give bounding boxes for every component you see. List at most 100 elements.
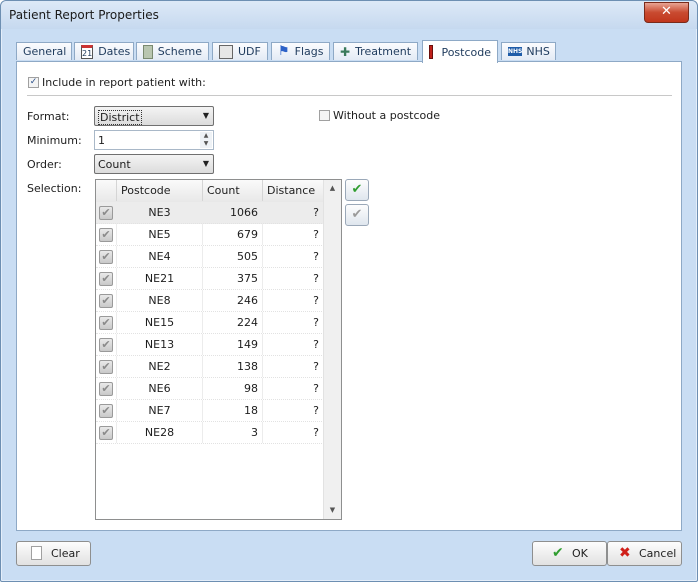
order-value: Count — [98, 158, 131, 171]
tab-udf[interactable]: UDF — [212, 42, 268, 60]
table-row[interactable]: ✔ NE13 149? — [96, 334, 324, 356]
select-all-button[interactable]: ✔ — [345, 179, 369, 201]
format-select[interactable]: District ▼ — [94, 106, 214, 126]
table-row[interactable]: ✔ NE28 3? — [96, 422, 324, 444]
cross-icon: ✖ — [619, 545, 631, 561]
table-row[interactable]: ✔ NE15 224? — [96, 312, 324, 334]
row-checkbox[interactable]: ✔ — [99, 382, 113, 396]
dialog-window: Patient Report Properties ✕ General 21 D… — [0, 0, 698, 582]
divider — [27, 95, 672, 96]
tab-label: Dates — [98, 45, 131, 58]
close-icon: ✕ — [661, 4, 672, 19]
spin-up-icon[interactable]: ▲ — [200, 132, 212, 140]
clear-label: Clear — [51, 547, 80, 560]
cell-postcode: NE7 — [117, 400, 203, 421]
cell-postcode: NE28 — [117, 422, 203, 443]
cell-count: 679 — [203, 224, 263, 245]
cell-count: 224 — [203, 312, 263, 333]
column-header-distance[interactable]: Distance — [263, 180, 324, 201]
cell-postcode: NE8 — [117, 290, 203, 311]
cell-distance: ? — [263, 202, 324, 223]
cell-distance: ? — [263, 378, 324, 399]
tab-general[interactable]: General — [16, 42, 72, 60]
tab-label: Scheme — [157, 45, 202, 58]
cell-postcode: NE6 — [117, 378, 203, 399]
cell-count: 505 — [203, 246, 263, 267]
row-checkbox[interactable]: ✔ — [99, 228, 113, 242]
minimum-stepper[interactable]: 1 ▲ ▼ — [94, 130, 214, 150]
tab-label: Postcode — [441, 45, 491, 59]
tab-nhs[interactable]: NHS NHS — [501, 42, 556, 60]
row-checkbox-cell: ✔ — [96, 268, 117, 289]
table-row[interactable]: ✔ NE3 1066? — [96, 202, 324, 224]
deselect-all-button[interactable]: ✔ — [345, 204, 369, 226]
tab-scheme[interactable]: Scheme — [136, 42, 209, 60]
cell-postcode: NE21 — [117, 268, 203, 289]
row-checkbox-cell: ✔ — [96, 356, 117, 377]
row-checkbox[interactable]: ✔ — [99, 206, 113, 220]
row-checkbox-cell: ✔ — [96, 378, 117, 399]
order-select[interactable]: Count ▼ — [94, 154, 214, 174]
without-postcode-checkbox[interactable] — [319, 110, 330, 121]
row-checkbox[interactable]: ✔ — [99, 294, 113, 308]
tab-label: Treatment — [355, 45, 412, 58]
column-header-count[interactable]: Count — [203, 180, 263, 201]
cell-distance: ? — [263, 268, 324, 289]
row-checkbox[interactable]: ✔ — [99, 360, 113, 374]
order-label: Order: — [27, 158, 62, 171]
close-button[interactable]: ✕ — [644, 2, 689, 23]
vertical-scrollbar[interactable]: ▲ ▼ — [323, 180, 341, 519]
selection-grid[interactable]: Postcode Count Distance ✔ NE3 1066? ✔ NE5 679… — [95, 179, 342, 520]
scheme-icon — [143, 44, 153, 59]
cell-distance: ? — [263, 312, 324, 333]
calendar-icon: 21 — [81, 44, 94, 59]
format-value: District — [98, 110, 142, 125]
tab-label: General — [23, 45, 67, 58]
row-checkbox-cell: ✔ — [96, 290, 117, 311]
ok-button[interactable]: ✔ OK — [532, 541, 607, 566]
row-checkbox[interactable]: ✔ — [99, 272, 113, 286]
clear-button[interactable]: Clear — [16, 541, 91, 566]
row-checkbox[interactable]: ✔ — [99, 316, 113, 330]
minimum-value: 1 — [98, 134, 105, 147]
row-checkbox[interactable]: ✔ — [99, 250, 113, 264]
row-checkbox[interactable]: ✔ — [99, 338, 113, 352]
scroll-up-icon[interactable]: ▲ — [324, 180, 341, 197]
selection-label: Selection: — [27, 182, 82, 195]
grid-header: Postcode Count Distance — [96, 180, 324, 203]
tab-label: UDF — [238, 45, 261, 58]
tab-flags[interactable]: ⚑ Flags — [271, 42, 330, 60]
postcode-icon — [429, 45, 434, 59]
row-checkbox[interactable]: ✔ — [99, 426, 113, 440]
treatment-icon: ✚ — [340, 44, 351, 59]
include-checkbox[interactable]: ✓ — [28, 77, 39, 88]
cell-postcode: NE3 — [117, 202, 203, 223]
table-row[interactable]: ✔ NE21 375? — [96, 268, 324, 290]
tab-treatment[interactable]: ✚ Treatment — [333, 42, 418, 60]
scroll-down-icon[interactable]: ▼ — [324, 502, 341, 519]
cell-postcode: NE2 — [117, 356, 203, 377]
cell-distance: ? — [263, 356, 324, 377]
tab-postcode[interactable]: Postcode — [422, 40, 498, 63]
tab-dates[interactable]: 21 Dates — [74, 42, 134, 60]
cell-distance: ? — [263, 246, 324, 267]
tab-label: Flags — [294, 45, 324, 58]
cancel-label: Cancel — [639, 547, 677, 560]
table-row[interactable]: ✔ NE8 246? — [96, 290, 324, 312]
table-row[interactable]: ✔ NE2 138? — [96, 356, 324, 378]
cell-postcode: NE4 — [117, 246, 203, 267]
table-row[interactable]: ✔ NE7 18? — [96, 400, 324, 422]
table-row[interactable]: ✔ NE5 679? — [96, 224, 324, 246]
row-checkbox-cell: ✔ — [96, 202, 117, 223]
cell-distance: ? — [263, 400, 324, 421]
spin-down-icon[interactable]: ▼ — [200, 140, 212, 148]
table-row[interactable]: ✔ NE6 98? — [96, 378, 324, 400]
flag-icon: ⚑ — [278, 43, 290, 59]
without-postcode-label: Without a postcode — [333, 109, 441, 122]
row-checkbox[interactable]: ✔ — [99, 404, 113, 418]
cancel-button[interactable]: ✖ Cancel — [607, 541, 682, 566]
column-header-postcode[interactable]: Postcode — [117, 180, 203, 201]
title-bar[interactable]: Patient Report Properties ✕ — [1, 1, 697, 29]
postcode-panel: ✓ Include in report patient with: Format… — [16, 61, 682, 531]
table-row[interactable]: ✔ NE4 505? — [96, 246, 324, 268]
